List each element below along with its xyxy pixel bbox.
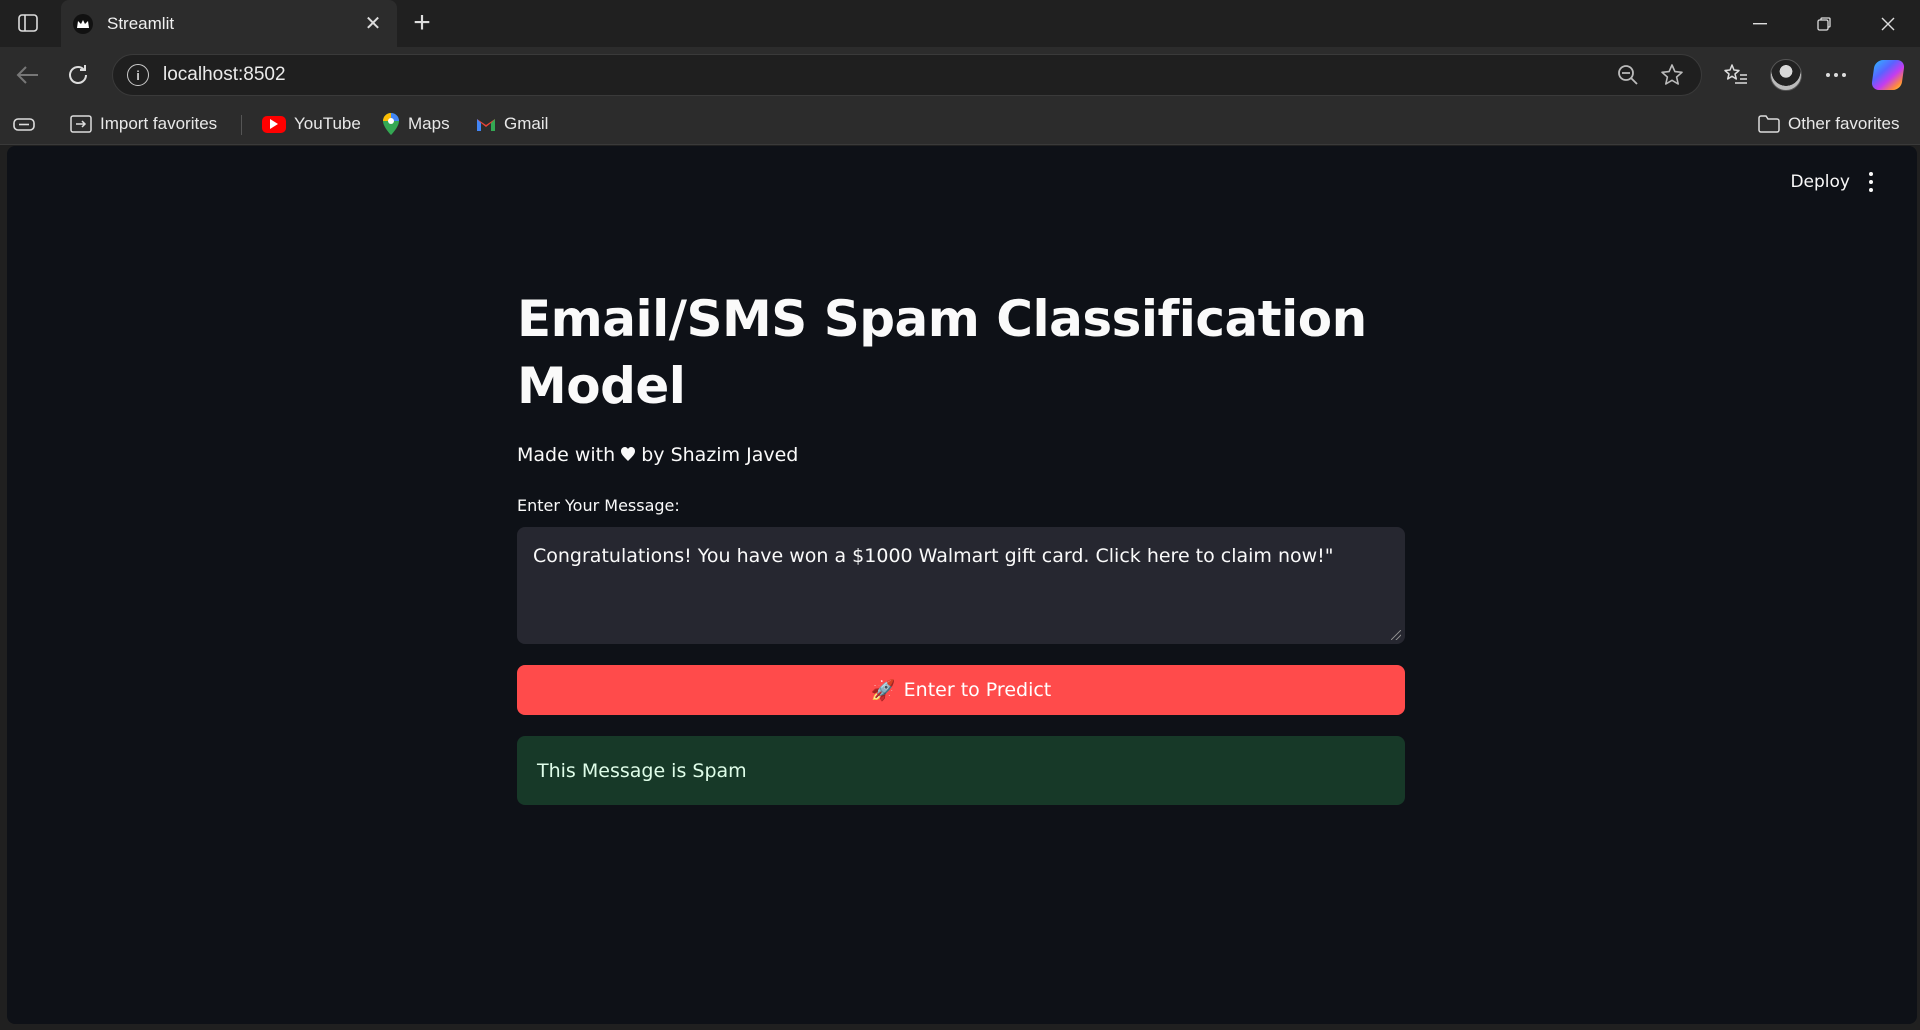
gmail-icon	[476, 116, 496, 132]
address-url[interactable]: localhost:8502	[163, 64, 1599, 86]
main-content: Email/SMS Spam Classification Model Made…	[517, 286, 1405, 805]
credit-suffix: by Shazim Javed	[641, 444, 799, 466]
favorite-label: Gmail	[504, 114, 549, 133]
main-menu-icon[interactable]	[1861, 168, 1881, 196]
site-info-icon[interactable]: i	[127, 64, 149, 86]
copilot-logo	[1870, 60, 1906, 90]
import-icon	[70, 114, 92, 134]
streamlit-crown-icon	[73, 13, 93, 34]
other-favorites-label: Other favorites	[1788, 114, 1900, 133]
profile-avatar[interactable]	[1768, 57, 1804, 93]
tab-title: Streamlit	[107, 13, 175, 33]
deploy-button[interactable]: Deploy	[1790, 172, 1850, 192]
heart-icon	[621, 444, 641, 466]
new-tab-icon[interactable]: +	[406, 6, 438, 39]
favorite-star-icon[interactable]	[1657, 60, 1687, 90]
favorite-label: YouTube	[294, 114, 361, 133]
predict-button[interactable]: 🚀 Enter to Predict	[517, 665, 1405, 715]
favorite-youtube[interactable]: YouTube	[262, 111, 361, 137]
result-alert: This Message is Spam	[517, 736, 1405, 805]
result-text: This Message is Spam	[537, 759, 747, 782]
close-window-icon[interactable]	[1856, 0, 1920, 47]
minimize-icon[interactable]	[1728, 0, 1792, 47]
address-bar[interactable]: i localhost:8502	[112, 54, 1702, 96]
resize-handle-icon[interactable]	[1391, 630, 1401, 640]
restore-icon[interactable]	[1792, 0, 1856, 47]
predict-button-label: Enter to Predict	[903, 679, 1052, 701]
message-textarea[interactable]: Congratulations! You have won a $1000 Wa…	[517, 527, 1405, 644]
page-title: Email/SMS Spam Classification Model	[517, 290, 1367, 415]
favorites-list-icon[interactable]	[1718, 57, 1754, 93]
credit-prefix: Made with	[517, 444, 616, 466]
import-favorites-link[interactable]: Import favorites	[70, 111, 217, 137]
message-label: Enter Your Message:	[517, 496, 680, 515]
close-tab-icon[interactable]: ✕	[361, 12, 385, 36]
back-arrow-icon[interactable]	[10, 57, 46, 93]
rocket-icon: 🚀	[870, 678, 896, 702]
other-favorites-folder[interactable]: Other favorites	[1758, 111, 1900, 137]
favorite-maps[interactable]: Maps	[382, 111, 450, 137]
copilot-icon[interactable]	[1870, 57, 1906, 93]
favorites-divider	[241, 115, 242, 135]
favorite-label: Maps	[408, 114, 450, 133]
message-text[interactable]: Congratulations! You have won a $1000 Wa…	[533, 545, 1334, 567]
streamlit-page: Deploy Email/SMS Spam Classification Mod…	[7, 146, 1917, 1024]
import-favorites-label: Import favorites	[100, 114, 218, 133]
zoom-out-icon[interactable]	[1613, 60, 1643, 90]
maps-pin-icon	[382, 112, 400, 136]
youtube-icon	[262, 115, 286, 133]
folder-icon	[1758, 115, 1780, 133]
reload-icon[interactable]	[60, 57, 96, 93]
browser-toolbar: i localhost:8502	[0, 47, 1920, 103]
tab-actions-icon[interactable]	[12, 9, 44, 37]
avatar	[1770, 59, 1802, 91]
collections-icon[interactable]	[12, 111, 36, 137]
browser-tab[interactable]: Streamlit ✕	[61, 0, 397, 47]
credit-line: Made with by Shazim Javed	[517, 444, 1405, 466]
more-menu-icon[interactable]	[1818, 57, 1854, 93]
favorite-gmail[interactable]: Gmail	[476, 111, 548, 137]
favorites-bar: Import favorites YouTube Maps Gmail Othe…	[0, 103, 1920, 145]
tab-strip: Streamlit ✕ +	[0, 0, 1920, 47]
